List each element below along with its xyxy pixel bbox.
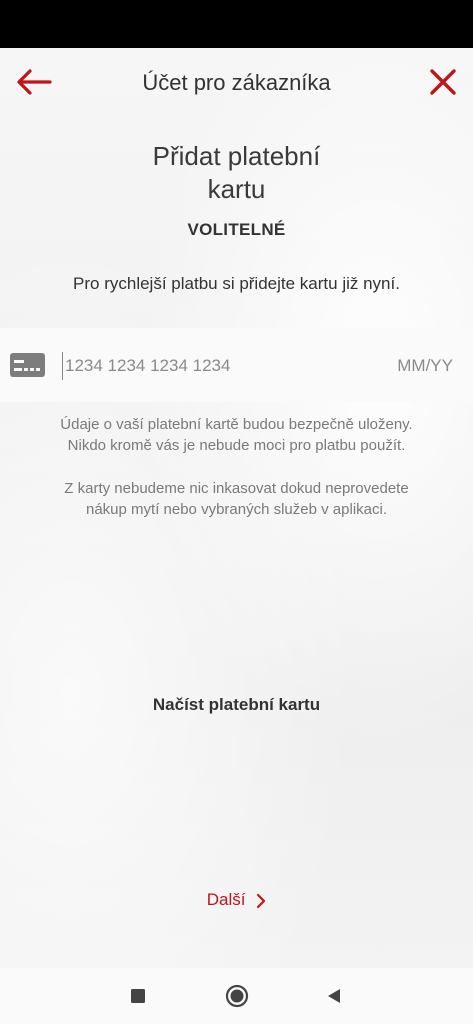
app-screen: Účet pro zákazníka Přidat platební kartu… (0, 48, 473, 968)
optional-label: VOLITELNÉ (187, 220, 286, 239)
security-note-line-2: Nikdo kromě vás je nebude moci pro platb… (67, 437, 406, 454)
close-icon (430, 69, 456, 95)
card-input-row (0, 328, 473, 402)
top-bar: Účet pro zákazníka (0, 48, 473, 118)
scan-card-button[interactable]: Načíst platební kartu (100, 688, 373, 722)
triangle-back-icon (328, 989, 340, 1003)
security-note: Údaje o vaší platební kartě budou bezpeč… (20, 414, 453, 456)
next-button-label: Další (206, 890, 246, 909)
credit-card-icon (10, 353, 45, 377)
section-heading: Přidat platební kartu (0, 140, 473, 206)
heading-line-1: Přidat platební (152, 141, 321, 171)
home-button[interactable] (223, 982, 251, 1010)
chevron-right-icon (257, 893, 266, 908)
square-icon (131, 989, 145, 1003)
security-note-line-1: Údaje o vaší platební kartě budou bezpeč… (60, 416, 413, 433)
circle-icon (225, 984, 249, 1008)
system-back-button[interactable] (320, 982, 348, 1010)
charge-note-line-1: Z karty nebudeme nic inkasovat dokud nep… (64, 480, 409, 497)
card-number-input[interactable] (62, 352, 355, 380)
page-title: Účet pro zákazníka (142, 70, 331, 95)
recents-button[interactable] (124, 982, 152, 1010)
subtitle-text: Pro rychlejší platbu si přidejte kartu j… (73, 274, 400, 293)
heading-line-2: kartu (207, 174, 266, 204)
system-nav-bar (0, 968, 473, 1024)
status-bar (0, 0, 473, 48)
expiry-input[interactable] (383, 352, 453, 380)
next-button[interactable]: Další (180, 884, 293, 916)
charge-note: Z karty nebudeme nic inkasovat dokud nep… (20, 478, 453, 520)
charge-note-line-2: nákup mytí nebo vybraných služeb v aplik… (86, 501, 387, 518)
close-button[interactable] (425, 64, 461, 100)
